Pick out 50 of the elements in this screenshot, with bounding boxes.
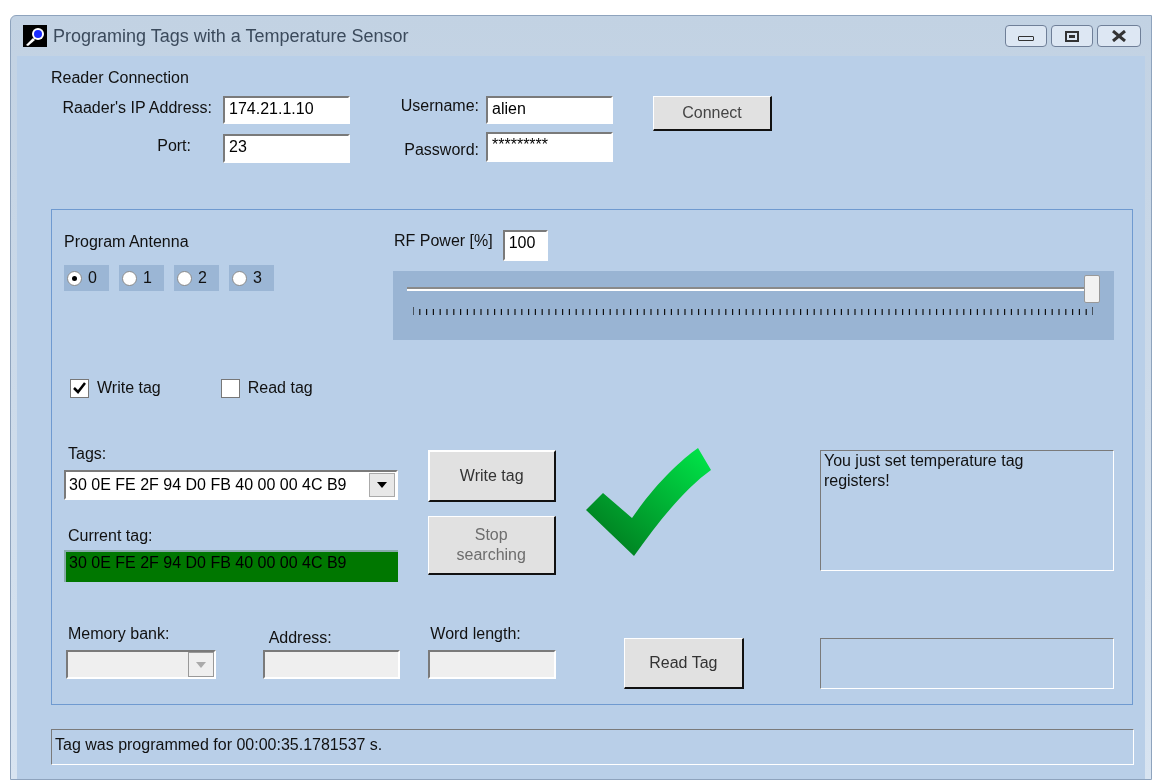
- connect-button[interactable]: Connect: [653, 96, 772, 131]
- ip-address-field[interactable]: 174.21.1.10: [223, 96, 350, 124]
- field-label: Memory bank:: [68, 624, 171, 644]
- app-icon: [23, 25, 47, 47]
- close-button[interactable]: [1097, 25, 1141, 47]
- checkbox[interactable]: [70, 378, 89, 398]
- checkbox-label: Write tag: [97, 378, 161, 398]
- rf-power-field[interactable]: 100: [502, 230, 548, 261]
- radio-button[interactable]: [177, 270, 192, 286]
- power-slider[interactable]: [393, 271, 1114, 340]
- field-label: Current tag:: [68, 526, 154, 546]
- radio-label: 2: [198, 268, 207, 288]
- group-label: Program Antenna: [64, 232, 190, 252]
- checkbox[interactable]: [220, 378, 240, 398]
- window-title: Programing Tags with a Temperature Sensor: [53, 24, 409, 48]
- antenna-radio[interactable]: 0: [64, 265, 109, 291]
- field-label: Address:: [268, 628, 333, 648]
- antenna-radio[interactable]: 2: [174, 265, 219, 291]
- radio-label: 0: [88, 268, 97, 288]
- port-field[interactable]: 23: [223, 134, 350, 163]
- status-bar: Tag was programmed for 00:00:35.1781537 s.: [51, 729, 1134, 765]
- minimize-button[interactable]: [1005, 25, 1047, 47]
- read-tag-button[interactable]: Read Tag: [624, 638, 744, 689]
- tags-dropdown[interactable]: 30 0E FE 2F 94 D0 FB 40 00 00 4C B9: [64, 470, 398, 500]
- current-tag-field: 30 0E FE 2F 94 D0 FB 40 00 00 4C B9: [64, 550, 398, 582]
- radio-button[interactable]: [122, 270, 137, 286]
- field-label: RF Power [%]: [394, 231, 493, 251]
- password-field[interactable]: *********: [486, 132, 613, 162]
- username-field[interactable]: alien: [486, 96, 613, 124]
- write-tag-button[interactable]: Write tag: [427, 450, 556, 502]
- close-icon: [1111, 30, 1127, 42]
- message-box: You just set temperature tag registers!: [819, 450, 1114, 571]
- field-label: Raader's IP Address:: [62, 98, 212, 118]
- radio-label: 3: [253, 268, 262, 288]
- radio-button[interactable]: [67, 270, 82, 286]
- field-label: Username:: [400, 96, 479, 116]
- field-label: Word length:: [430, 624, 522, 644]
- radio-button[interactable]: [232, 270, 247, 286]
- section-title: Reader Connection: [51, 68, 190, 88]
- antenna-radio[interactable]: 1: [119, 265, 164, 291]
- restore-button[interactable]: [1051, 25, 1093, 47]
- radio-label: 1: [143, 268, 152, 288]
- checkbox-label: Read tag: [247, 378, 313, 398]
- antenna-radio[interactable]: 3: [229, 265, 274, 291]
- dropdown-value: 30 0E FE 2F 94 D0 FB 40 00 00 4C B9: [69, 475, 348, 495]
- field-label: Tags:: [68, 444, 108, 464]
- check-icon: [73, 382, 86, 394]
- slider-thumb[interactable]: [1084, 275, 1100, 303]
- field-label: Password:: [404, 140, 479, 160]
- field-label: Port:: [157, 136, 191, 156]
